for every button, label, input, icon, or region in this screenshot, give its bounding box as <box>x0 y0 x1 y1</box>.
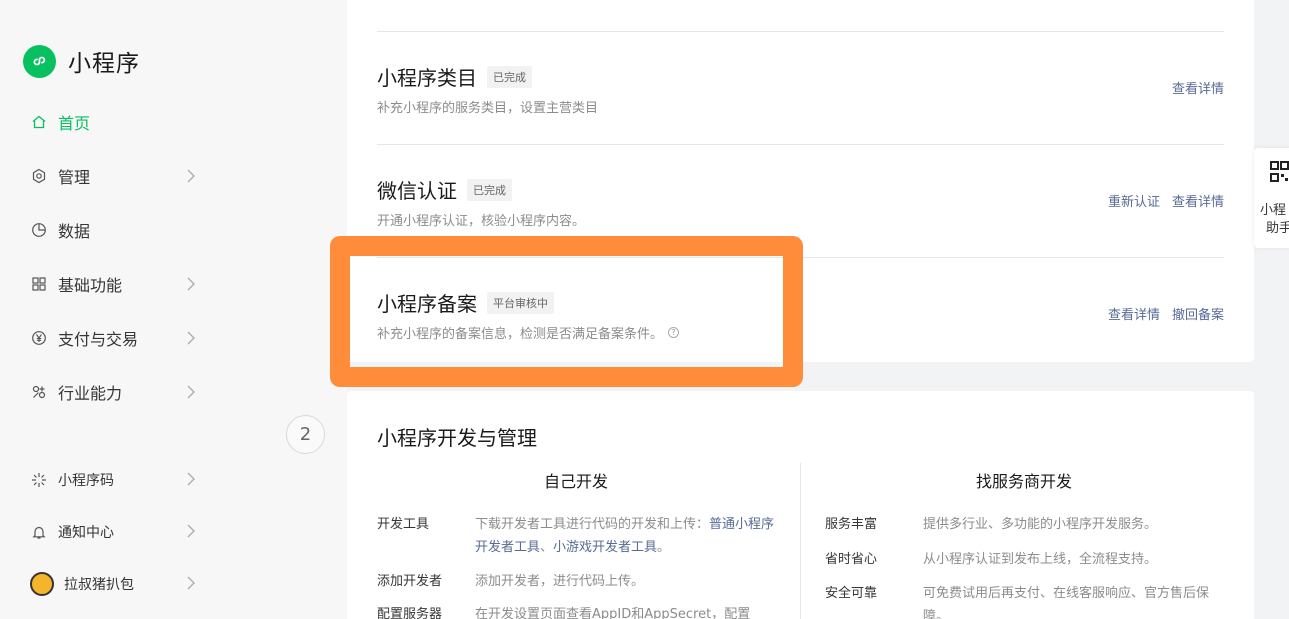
feature-value: 添加开发者，进行代码上传。 <box>475 574 645 589</box>
grid-icon <box>30 275 48 293</box>
minigame-devtools-link[interactable]: 小游戏开发者工具 <box>553 540 657 555</box>
yen-icon <box>30 329 48 347</box>
chevron-right-icon <box>186 168 196 187</box>
feature-value: 提供多行业、多功能的小程序开发服务。 <box>923 517 1158 532</box>
sidebar-item-label: 支付与交易 <box>58 330 139 349</box>
vendor-dev-heading: 找服务商开发 <box>976 472 1073 491</box>
row-description: 补充小程序的服务类目，设置主营类目 <box>377 101 599 116</box>
reverify-link[interactable]: 重新认证 <box>1108 191 1160 210</box>
pie-chart-icon <box>30 221 48 239</box>
account-name: 拉叔猪扒包 <box>64 577 134 593</box>
brand-title: 小程序 <box>68 51 140 77</box>
home-icon <box>30 113 48 131</box>
feature-dev-tools: 开发工具 下载开发者工具进行代码的开发和上传：普通小程序开发者工具、小游戏开发者… <box>377 513 777 561</box>
qrcode-icon <box>1270 161 1289 187</box>
view-details-link[interactable]: 查看详情 <box>1172 78 1224 97</box>
feature-rich-services: 服务丰富 提供多行业、多功能的小程序开发服务。 <box>825 513 1225 537</box>
sidebar-item-manage[interactable]: 管理 <box>30 161 200 191</box>
sidebar-item-label: 基础功能 <box>58 276 123 295</box>
brand[interactable]: 小程序 <box>23 44 140 78</box>
row-description: 补充小程序的备案信息，检测是否满足备案条件。 <box>377 327 664 342</box>
row-title: 微信认证 <box>377 179 457 203</box>
row-title: 小程序备案 <box>377 292 477 316</box>
bell-icon <box>30 523 48 541</box>
feature-key: 安全可靠 <box>825 586 878 601</box>
sidebar-item-account[interactable]: 拉叔猪扒包 <box>30 569 200 599</box>
row-description-wrap: 补充小程序的备案信息，检测是否满足备案条件。 ? <box>377 323 680 342</box>
chevron-right-icon <box>186 472 196 490</box>
feature-key: 添加开发者 <box>377 574 443 589</box>
help-icon[interactable]: ? <box>668 327 680 338</box>
sidebar-item-data[interactable]: 数据 <box>30 215 200 245</box>
miniprogram-logo-icon <box>23 44 56 78</box>
sidebar-item-label: 首页 <box>58 114 91 133</box>
sidebar-item-label: 通知中心 <box>58 525 114 541</box>
feature-key: 省时省心 <box>825 552 878 567</box>
feature-key: 配置服务器 <box>377 607 443 619</box>
status-badge: 已完成 <box>487 65 532 88</box>
assistant-label-1: 小程 <box>1260 203 1287 218</box>
assistant-label-2: 助手 <box>1266 221 1289 236</box>
sidebar-item-label: 行业能力 <box>58 384 123 403</box>
setup-row-filing: 小程序备案 平台审核中 补充小程序的备案信息，检测是否满足备案条件。 ? 查看详… <box>377 257 1224 370</box>
sidebar: 小程序 首页 管理 数据 基础功能 支付与交易 行业能力 2 小程序码 通知中心 <box>0 0 347 619</box>
feature-config-server: 配置服务器 在开发设置页面查看AppID和AppSecret，配置 <box>377 603 777 619</box>
feature-key: 开发工具 <box>377 517 430 532</box>
withdraw-filing-link[interactable]: 撤回备案 <box>1172 304 1224 323</box>
chevron-right-icon <box>186 276 196 295</box>
avatar <box>30 572 54 596</box>
setup-card: 小程序类目 已完成 补充小程序的服务类目，设置主营类目 查看详情 微信认证 已完… <box>347 0 1254 362</box>
dev-card: 小程序开发与管理 自己开发 找服务商开发 开发工具 下载开发者工具进行代码的开发… <box>347 391 1254 619</box>
feature-value: 可免费试用后再支付、在线客服响应、官方售后保障。 <box>923 586 1210 619</box>
chevron-right-icon <box>186 524 196 542</box>
view-details-link[interactable]: 查看详情 <box>1172 191 1224 210</box>
feature-value: 下载开发者工具进行代码的开发和上传：普通小程序开发者工具、小游戏开发者工具。 <box>475 517 775 555</box>
feature-value: 在开发设置页面查看AppID和AppSecret，配置 <box>475 607 751 619</box>
view-details-link[interactable]: 查看详情 <box>1108 304 1160 323</box>
sidebar-item-qrcode[interactable]: 小程序码 <box>30 465 200 495</box>
setup-row-category: 小程序类目 已完成 补充小程序的服务类目，设置主营类目 查看详情 <box>377 31 1224 144</box>
row-description: 开通小程序认证，核验小程序内容。 <box>377 214 586 229</box>
row-title: 小程序类目 <box>377 66 477 90</box>
section-title: 小程序开发与管理 <box>377 426 537 450</box>
chevron-right-icon <box>186 576 196 594</box>
self-dev-heading: 自己开发 <box>544 472 609 491</box>
status-badge: 平台审核中 <box>487 291 554 314</box>
sidebar-item-label: 数据 <box>58 222 91 241</box>
feature-key: 服务丰富 <box>825 517 878 532</box>
sidebar-item-label: 小程序码 <box>58 473 114 489</box>
status-badge: 已完成 <box>467 178 512 201</box>
feature-secure: 安全可靠 可免费试用后再支付、在线客服响应、官方售后保障。 <box>825 582 1225 619</box>
sidebar-item-label: 管理 <box>58 168 91 187</box>
sidebar-item-industry[interactable]: 行业能力 <box>30 377 200 407</box>
sidebar-item-notifications[interactable]: 通知中心 <box>30 517 200 547</box>
assistant-float[interactable]: 小程 助手 <box>1254 148 1289 248</box>
sidebar-item-basic-features[interactable]: 基础功能 <box>30 269 200 299</box>
chevron-right-icon <box>186 330 196 349</box>
page-indicator[interactable]: 2 <box>286 415 325 454</box>
chevron-right-icon <box>186 384 196 403</box>
feature-value: 从小程序认证到发布上线，全流程支持。 <box>923 552 1158 567</box>
feature-add-developer: 添加开发者 添加开发者，进行代码上传。 <box>377 570 777 594</box>
settings-icon <box>30 167 48 185</box>
sparkle-icon <box>30 471 48 489</box>
feature-save-time: 省时省心 从小程序认证到发布上线，全流程支持。 <box>825 548 1225 572</box>
industry-icon <box>30 383 48 401</box>
setup-row-verification: 微信认证 已完成 开通小程序认证，核验小程序内容。 重新认证 查看详情 <box>377 144 1224 257</box>
sidebar-item-payment[interactable]: 支付与交易 <box>30 323 200 353</box>
sidebar-item-home[interactable]: 首页 <box>30 107 200 137</box>
column-divider <box>800 463 801 619</box>
